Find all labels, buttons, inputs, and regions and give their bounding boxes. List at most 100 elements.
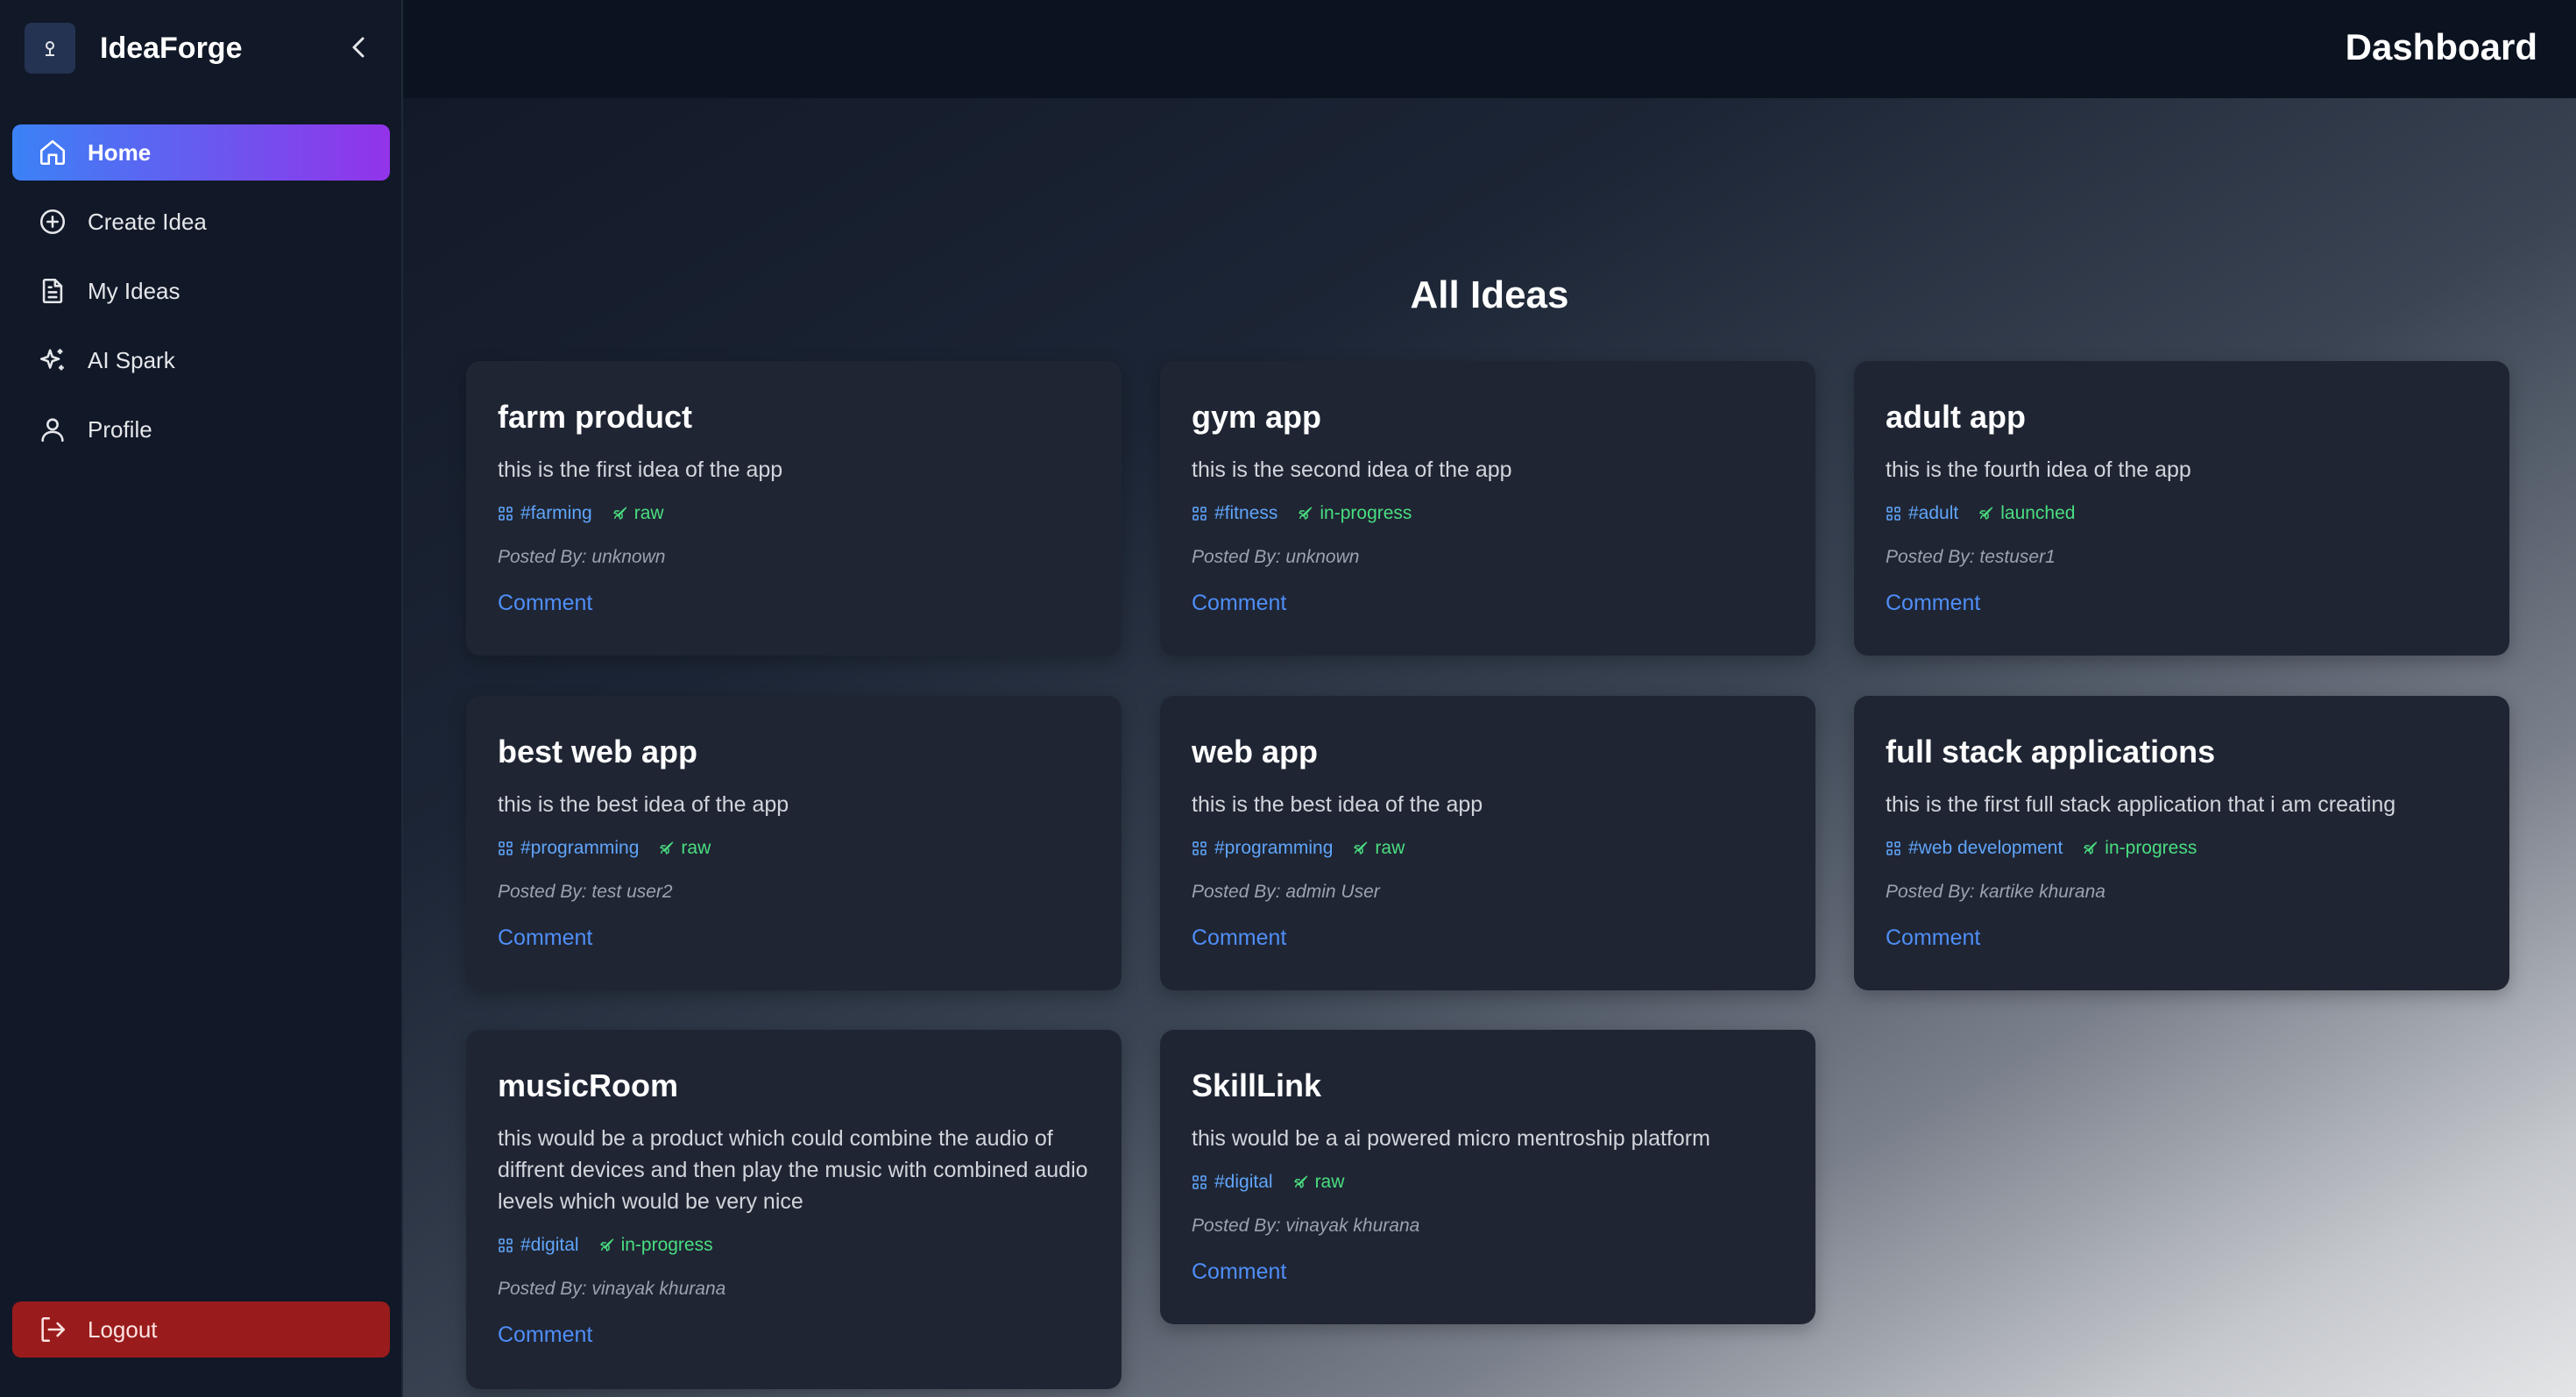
idea-description: this is the first full stack application… [1886, 792, 2396, 817]
section-title: All Ideas [1410, 273, 1569, 316]
sidebar-item-label: AI Spark [88, 346, 175, 373]
idea-title: adult app [1886, 399, 2026, 435]
status-tag-label: launched [2000, 503, 2076, 523]
idea-tags: #programming raw [1192, 838, 1784, 859]
app-name: IdeaForge [100, 31, 243, 65]
idea-description: this is the second idea of the app [1192, 457, 1512, 482]
grid-icon [1192, 841, 1207, 855]
category-tag-label: #web development [1908, 838, 2063, 858]
idea-title: musicRoom [498, 1067, 679, 1103]
sidebar-item-profile[interactable]: Profile [12, 401, 390, 457]
rocket-icon [612, 507, 626, 520]
status-tag-label: raw [633, 503, 664, 523]
posted-by: Posted By: vinayak khurana [498, 1279, 726, 1299]
category-tag: #web development [1886, 838, 2063, 859]
idea-title: best web app [498, 734, 698, 769]
sidebar: IdeaForge Home Create Idea My Ideas AI S… [0, 0, 403, 1397]
category-tag: #digital [1192, 1172, 1273, 1193]
status-tag-label: in-progress [620, 1235, 713, 1255]
grid-icon [499, 841, 513, 855]
idea-description: this would be a product which could comb… [498, 1126, 1088, 1214]
rocket-icon [2084, 841, 2098, 855]
status-tag: launched [1978, 503, 2075, 524]
idea-tags: #fitness in-progress [1192, 503, 1784, 524]
grid-icon [1886, 841, 1900, 855]
posted-by: Posted By: test user2 [498, 882, 673, 902]
posted-by: Posted By: unknown [498, 547, 666, 567]
status-tag: raw [1292, 1172, 1344, 1193]
grid-icon [499, 507, 513, 521]
idea-tags: #web development in-progress [1886, 838, 2478, 859]
grid-icon [1192, 1175, 1207, 1189]
logout-icon [37, 1314, 68, 1345]
category-tag: #programming [1192, 838, 1333, 859]
category-tag-label: #programming [520, 838, 640, 858]
category-tag-label: #programming [1214, 838, 1334, 858]
status-tag: in-progress [598, 1235, 713, 1256]
idea-card: best web app this is the best idea of th… [466, 696, 1122, 990]
page-title: Dashboard [2345, 26, 2537, 67]
chevron-left-icon [352, 37, 364, 58]
status-tag: raw [1352, 838, 1405, 859]
idea-tags: #adult launched [1886, 503, 2478, 524]
grid-icon [1192, 507, 1207, 521]
sidebar-item-label: Home [88, 138, 152, 166]
idea-card: farm product this is the first idea of t… [466, 361, 1122, 656]
rocket-icon [660, 841, 674, 855]
comment-link[interactable]: Comment [498, 591, 592, 616]
status-tag-label: raw [681, 838, 711, 858]
comment-link[interactable]: Comment [498, 1323, 592, 1348]
posted-by: Posted By: vinayak khurana [1192, 1216, 1420, 1236]
category-tag-label: #digital [520, 1235, 579, 1255]
top-bar: Dashboard [403, 0, 2576, 98]
idea-description: this is the first idea of the app [498, 457, 783, 482]
comment-link[interactable]: Comment [1886, 591, 1980, 616]
sidebar-item-label: My Ideas [88, 277, 180, 304]
rocket-icon [1979, 507, 1993, 520]
idea-tags: #farming raw [498, 503, 1090, 524]
sidebar-item-home[interactable]: Home [12, 124, 390, 181]
idea-card: gym app this is the second idea of the a… [1160, 361, 1815, 656]
idea-description: this is the best idea of the app [498, 792, 789, 817]
category-tag-label: #fitness [1214, 503, 1278, 523]
idea-title: SkillLink [1192, 1067, 1322, 1103]
sidebar-item-ai-spark[interactable]: AI Spark [12, 332, 390, 388]
category-tag: #programming [498, 838, 639, 859]
comment-link[interactable]: Comment [1192, 591, 1286, 616]
idea-card: web app this is the best idea of the app… [1160, 696, 1815, 990]
status-tag-label: raw [1375, 838, 1405, 858]
idea-title: full stack applications [1886, 734, 2216, 769]
idea-card: full stack applications this is the firs… [1854, 696, 2509, 990]
sidebar-item-create-idea[interactable]: Create Idea [12, 194, 390, 250]
document-icon [37, 275, 68, 307]
posted-by: Posted By: unknown [1192, 547, 1360, 567]
comment-link[interactable]: Comment [1192, 925, 1286, 951]
comment-link[interactable]: Comment [498, 925, 592, 951]
idea-tags: #digital raw [1192, 1172, 1784, 1193]
rocket-icon [599, 1238, 613, 1252]
status-tag: in-progress [2082, 838, 2197, 859]
logout-label: Logout [88, 1315, 158, 1343]
sidebar-item-my-ideas[interactable]: My Ideas [12, 263, 390, 319]
idea-description: this is the fourth idea of the app [1886, 457, 2191, 482]
idea-tags: #digital in-progress [498, 1235, 1090, 1256]
rocket-icon [1354, 841, 1368, 855]
idea-card: SkillLink this would be a ai powered mic… [1160, 1030, 1815, 1324]
sidebar-item-label: Profile [88, 415, 152, 443]
posted-by: Posted By: testuser1 [1886, 547, 2056, 567]
status-tag: raw [658, 838, 711, 859]
status-tag-label: in-progress [2105, 838, 2197, 858]
category-tag: #fitness [1192, 503, 1277, 524]
rocket-icon [1299, 507, 1313, 520]
grid-icon [1886, 507, 1900, 521]
comment-link[interactable]: Comment [1192, 1259, 1286, 1285]
posted-by: Posted By: admin User [1192, 882, 1380, 902]
comment-link[interactable]: Comment [1886, 925, 1980, 951]
logout-button[interactable]: Logout [12, 1301, 390, 1358]
collapse-sidebar-button[interactable] [343, 32, 375, 63]
idea-description: this would be a ai powered micro mentros… [1192, 1126, 1710, 1151]
idea-card: musicRoom this would be a product which … [466, 1030, 1122, 1389]
category-tag: #adult [1886, 503, 1958, 524]
sparkles-icon [37, 344, 68, 376]
brand[interactable]: IdeaForge [25, 23, 242, 74]
